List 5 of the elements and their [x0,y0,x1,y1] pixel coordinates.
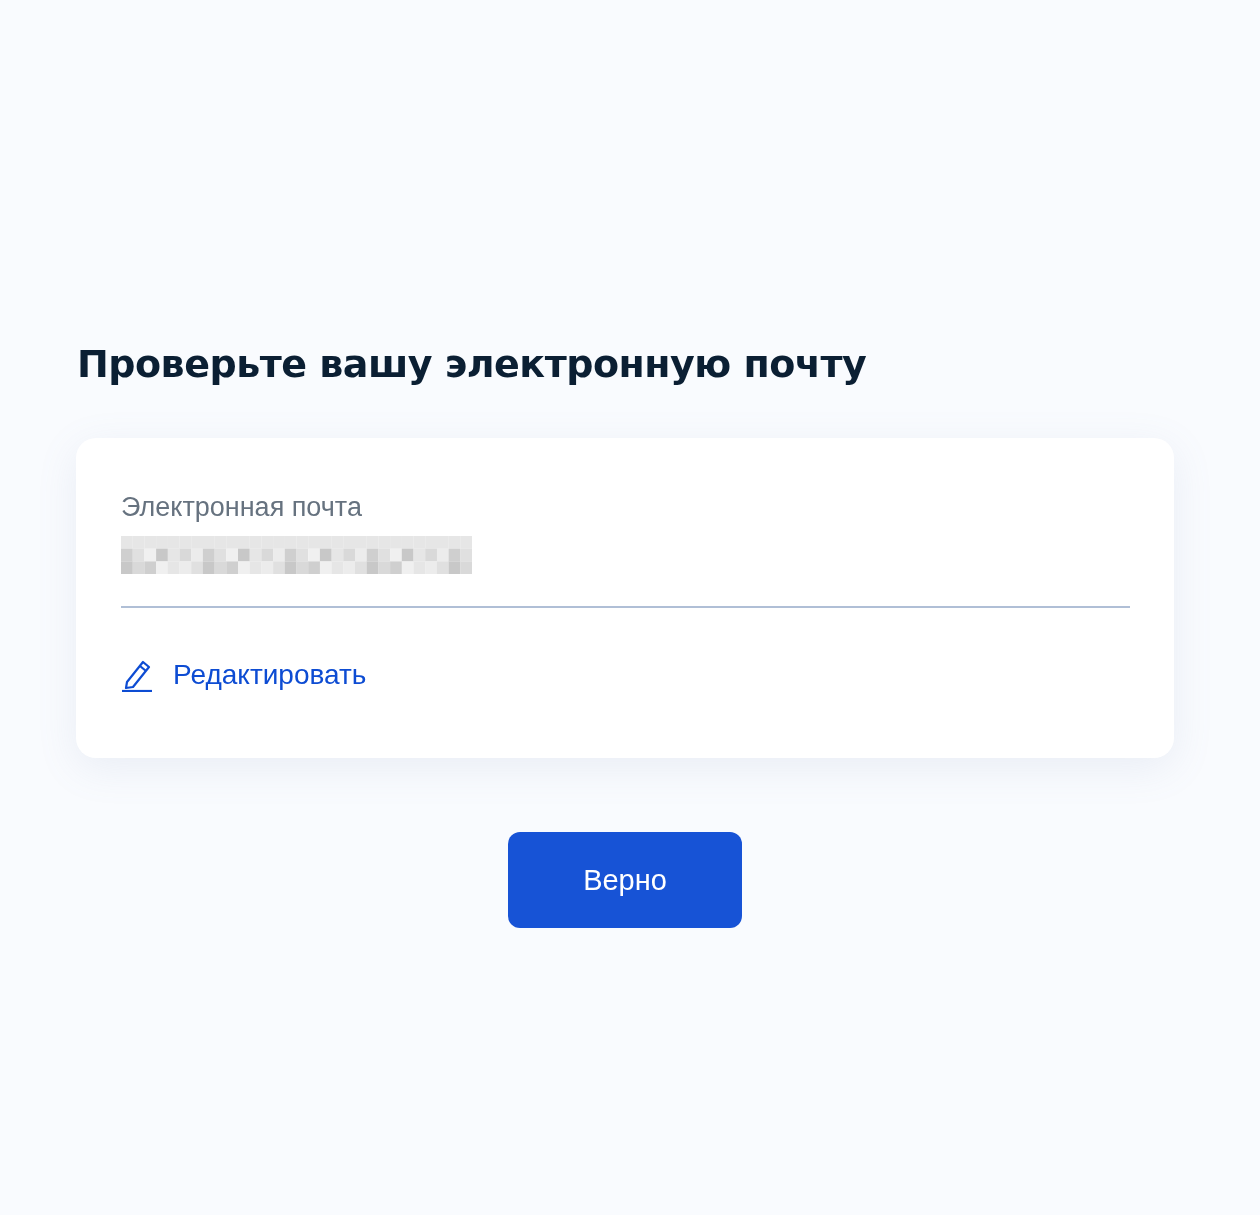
pencil-icon [121,658,153,692]
edit-link[interactable]: Редактировать [121,658,367,692]
field-label: Электронная почта [121,491,363,524]
page-title: Проверьте вашу электронную почту [77,341,868,388]
confirm-button[interactable]: Верно [508,832,742,928]
